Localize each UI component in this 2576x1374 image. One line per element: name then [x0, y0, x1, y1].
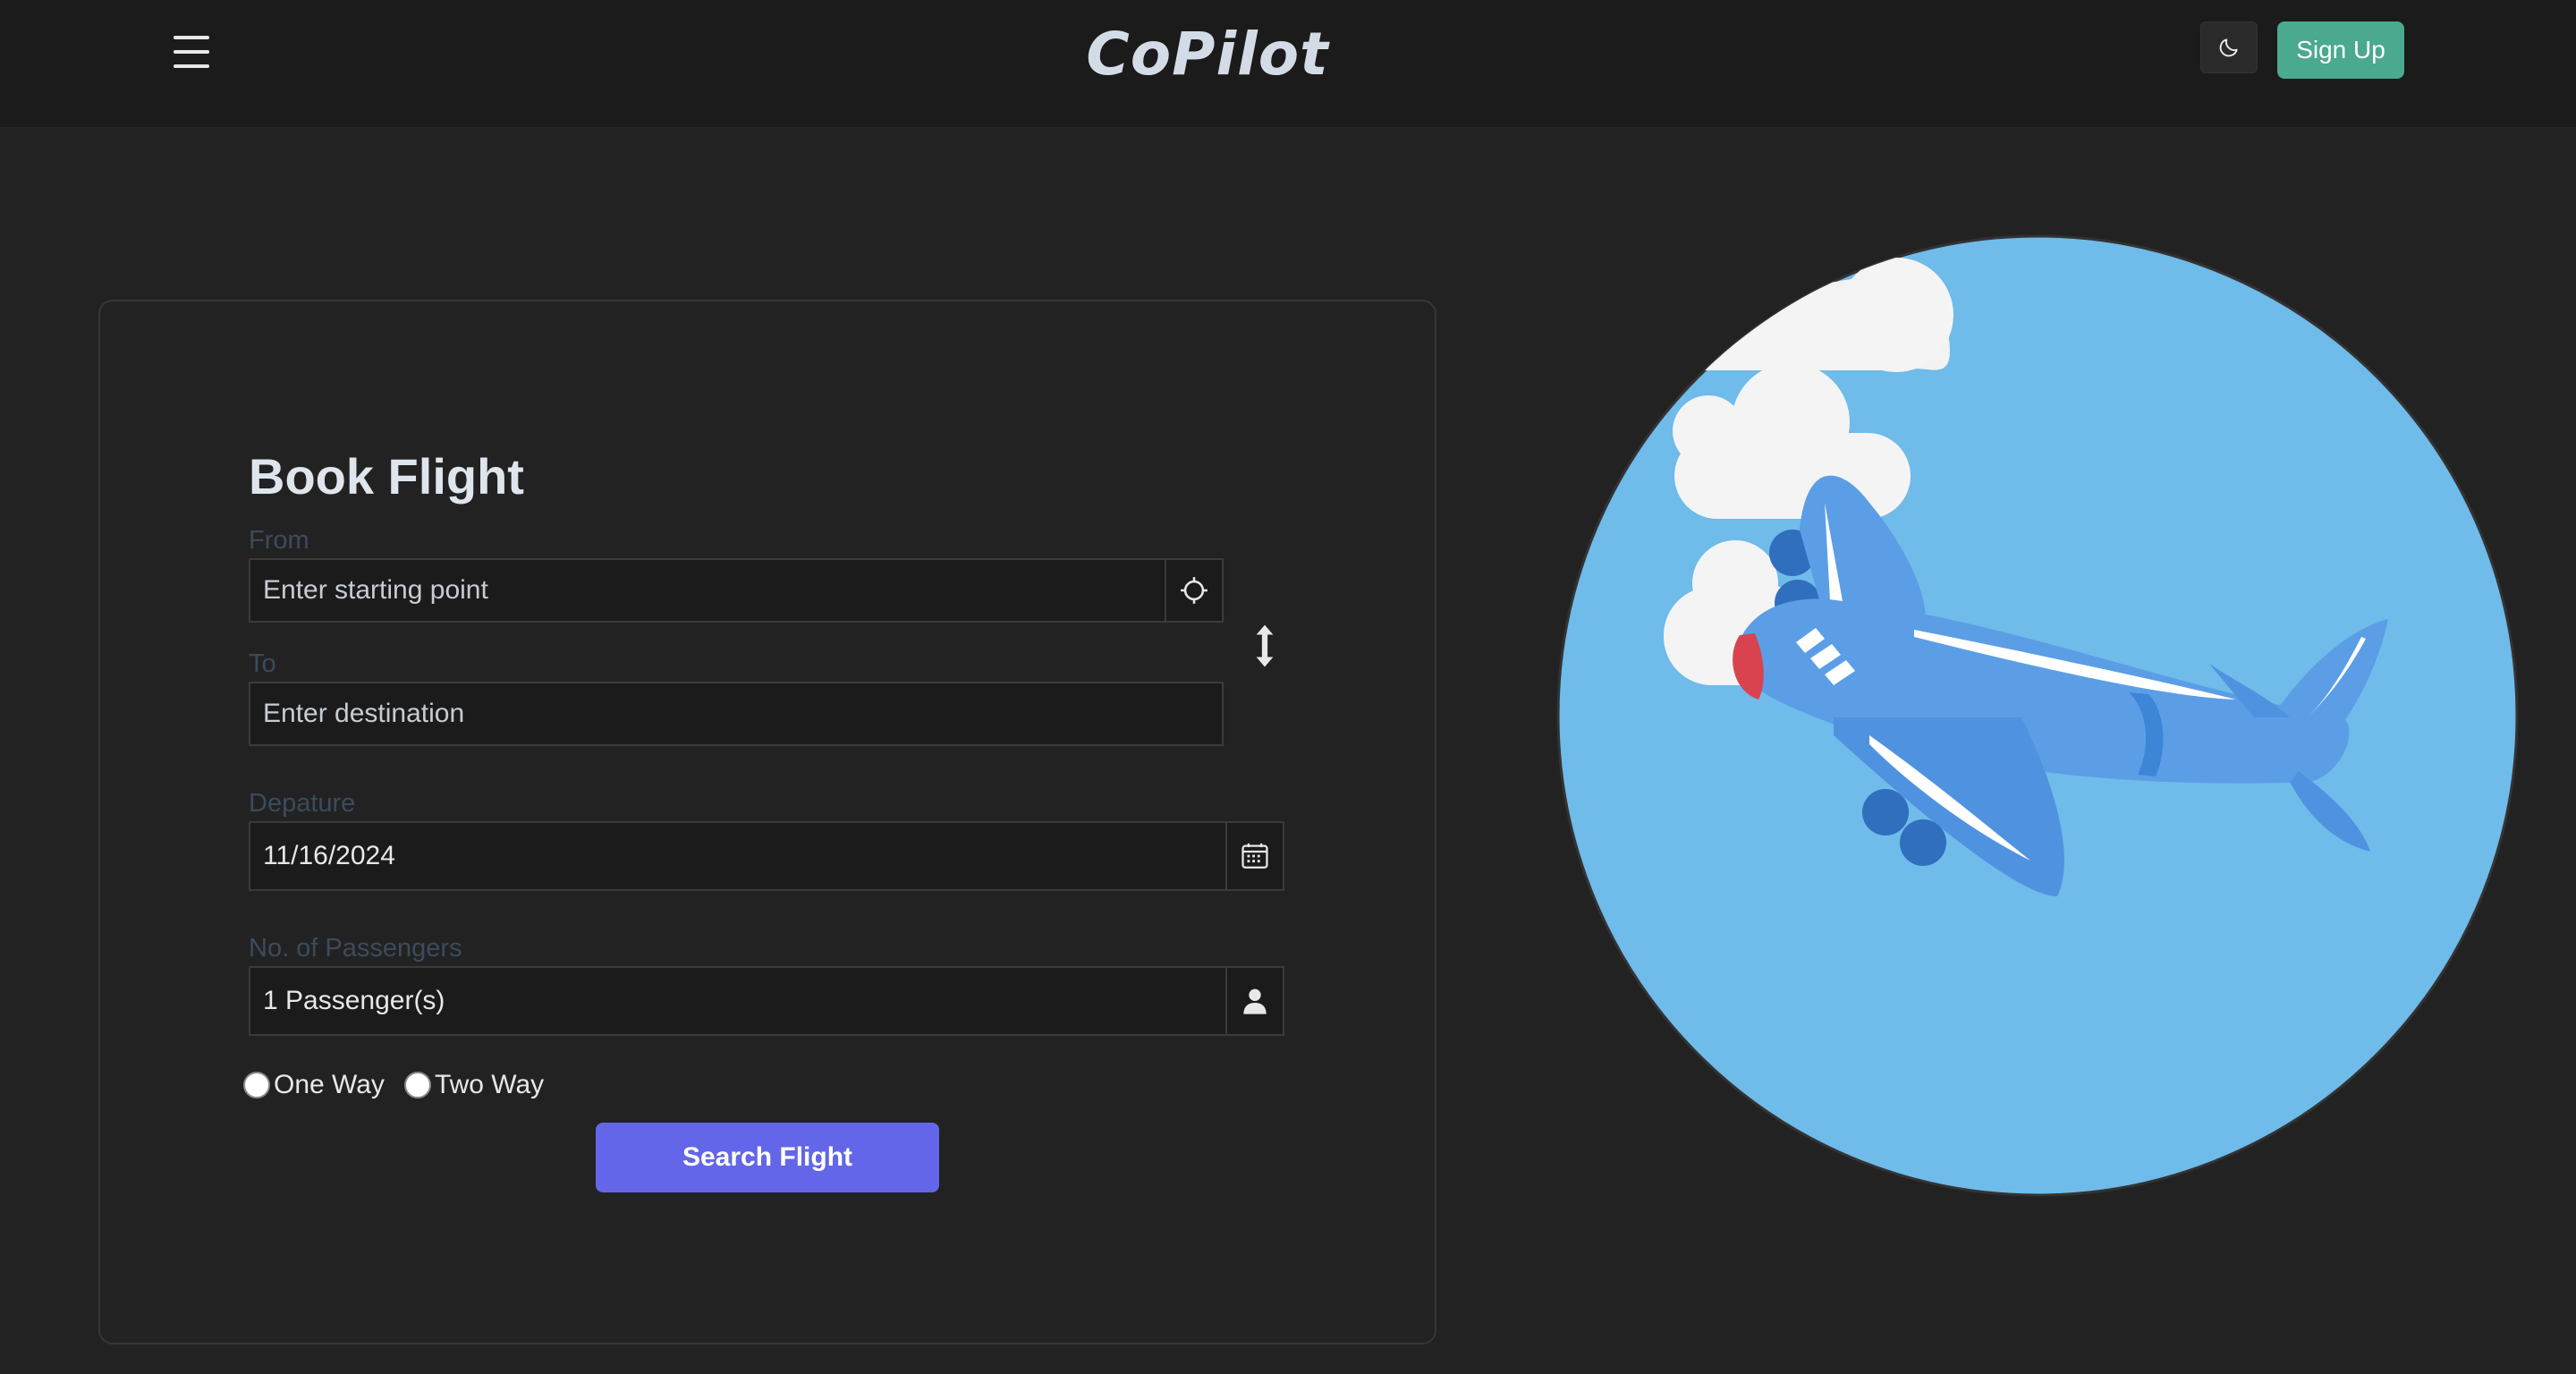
to-input[interactable]	[250, 683, 1222, 744]
cloud-shape	[1646, 258, 1953, 372]
two-way-label: Two Way	[434, 1070, 545, 1099]
one-way-label: One Way	[274, 1070, 385, 1099]
to-field-group	[249, 682, 1224, 746]
hamburger-line	[174, 36, 209, 39]
trip-type-group: One Way Two Way	[243, 1070, 544, 1100]
from-field-group	[249, 558, 1224, 623]
passengers-input[interactable]	[250, 968, 1225, 1034]
form-title: Book Flight	[249, 448, 524, 505]
to-label: To	[249, 649, 276, 678]
calendar-icon	[1241, 843, 1268, 869]
sign-up-button[interactable]: Sign Up	[2277, 21, 2404, 79]
search-flight-button[interactable]: Search Flight	[596, 1123, 939, 1192]
swap-vertical-icon[interactable]	[1250, 623, 1279, 669]
two-way-option[interactable]: Two Way	[403, 1070, 545, 1100]
locate-me-button[interactable]	[1165, 560, 1222, 621]
hamburger-line	[174, 50, 209, 54]
two-way-radio[interactable]	[403, 1072, 431, 1098]
passengers-field-group	[249, 966, 1284, 1036]
hamburger-line	[174, 64, 209, 68]
theme-toggle-button[interactable]	[2200, 21, 2258, 73]
passenger-picker-button[interactable]	[1225, 968, 1283, 1034]
from-label: From	[249, 526, 309, 555]
passengers-label: No. of Passengers	[249, 934, 462, 963]
brand-logo[interactable]: CoPilot	[1038, 14, 1377, 95]
moon-icon	[2219, 38, 2238, 57]
crosshair-icon	[1181, 577, 1208, 604]
top-navbar: CoPilot Sign Up	[0, 0, 2576, 127]
person-icon	[1243, 988, 1267, 1014]
departure-label: Depature	[249, 789, 356, 818]
one-way-option[interactable]: One Way	[243, 1070, 385, 1100]
date-picker-button[interactable]	[1225, 823, 1283, 889]
airplane-illustration	[1556, 234, 2519, 1197]
departure-date-input[interactable]	[250, 823, 1225, 889]
one-way-radio[interactable]	[243, 1072, 270, 1098]
hamburger-menu-icon[interactable]	[168, 34, 215, 70]
from-input[interactable]	[250, 560, 1165, 621]
departure-field-group	[249, 821, 1284, 891]
